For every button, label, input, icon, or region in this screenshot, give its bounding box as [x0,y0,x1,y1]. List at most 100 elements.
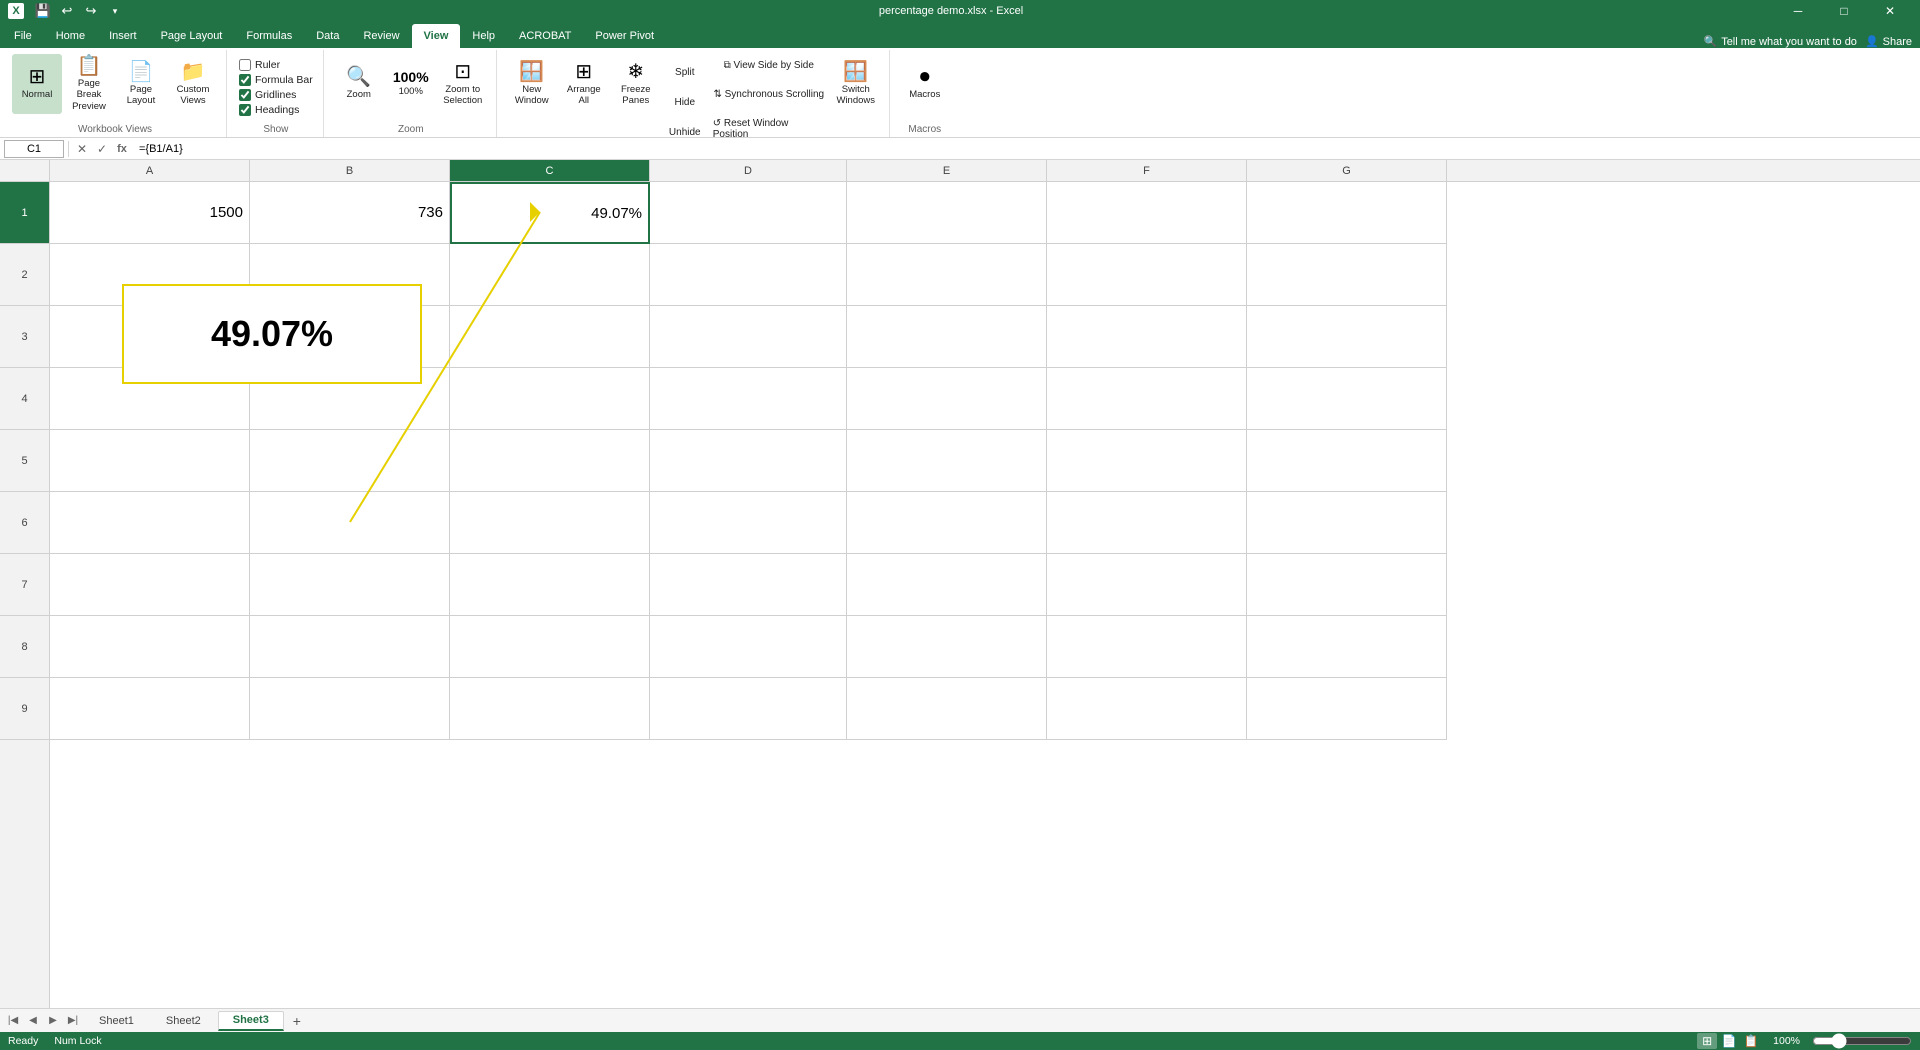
tell-me-tab[interactable]: 🔍 Tell me what you want to do [1703,35,1856,48]
zoom-btn[interactable]: 🔍 Zoom [334,54,384,114]
cell-e9[interactable] [847,678,1047,740]
cell-c3[interactable] [450,306,650,368]
cell-e8[interactable] [847,616,1047,678]
sheet-tab-sheet2[interactable]: Sheet2 [151,1011,216,1031]
cell-g3[interactable] [1247,306,1447,368]
col-header-e[interactable]: E [847,160,1047,181]
insert-function-btn[interactable]: fx [113,140,131,158]
cell-d8[interactable] [650,616,847,678]
freeze-panes-btn[interactable]: ❄ Freeze Panes [611,54,661,114]
formula-bar-checkbox[interactable] [239,74,251,86]
row-header-5[interactable]: 5 [0,430,49,492]
cell-f8[interactable] [1047,616,1247,678]
cell-g1[interactable] [1247,182,1447,244]
add-sheet-btn[interactable]: + [286,1011,308,1031]
tab-help[interactable]: Help [460,24,507,48]
customize-qat-btn[interactable]: ▾ [104,0,126,22]
cell-a5[interactable] [50,430,250,492]
cell-d6[interactable] [650,492,847,554]
sheet-nav-first-btn[interactable]: |◀ [4,1012,22,1030]
cell-e6[interactable] [847,492,1047,554]
row-header-6[interactable]: 6 [0,492,49,554]
synchronous-scrolling-btn[interactable]: ⇅ Synchronous Scrolling [709,87,829,115]
cell-f6[interactable] [1047,492,1247,554]
split-btn[interactable]: Split [663,58,707,86]
cell-f4[interactable] [1047,368,1247,430]
tab-formulas[interactable]: Formulas [234,24,304,48]
cancel-formula-btn[interactable]: ✕ [73,140,91,158]
macros-btn[interactable]: ⏺ Macros [900,54,950,114]
cell-g4[interactable] [1247,368,1447,430]
cell-f9[interactable] [1047,678,1247,740]
cell-e4[interactable] [847,368,1047,430]
cell-g5[interactable] [1247,430,1447,492]
cell-g8[interactable] [1247,616,1447,678]
row-header-1[interactable]: 1 [0,182,49,244]
cell-b6[interactable] [250,492,450,554]
cell-g9[interactable] [1247,678,1447,740]
tab-file[interactable]: File [2,24,44,48]
minimize-btn[interactable]: ─ [1776,0,1820,22]
custom-views-btn[interactable]: 📁 Custom Views [168,54,218,114]
cell-a2[interactable] [50,244,250,306]
sheet-nav-prev-btn[interactable]: ◀ [24,1012,42,1030]
headings-checkbox[interactable] [239,104,251,116]
cell-c5[interactable] [450,430,650,492]
sheet-nav-next-btn[interactable]: ▶ [44,1012,62,1030]
col-header-c[interactable]: C [450,160,650,181]
cell-c1[interactable]: 49.07% 49.07% [450,182,650,244]
cell-c2[interactable] [450,244,650,306]
cell-g6[interactable] [1247,492,1447,554]
hide-btn[interactable]: Hide [663,88,707,116]
cell-c9[interactable] [450,678,650,740]
cell-e1[interactable] [847,182,1047,244]
tab-power-pivot[interactable]: Power Pivot [583,24,666,48]
confirm-formula-btn[interactable]: ✓ [93,140,111,158]
cell-d1[interactable] [650,182,847,244]
headings-check[interactable]: Headings [237,103,315,117]
cell-b1[interactable]: 736 [250,182,450,244]
formula-input[interactable] [135,140,1916,158]
save-qat-btn[interactable]: 💾 [32,0,54,22]
gridlines-check[interactable]: Gridlines [237,88,315,102]
arrange-all-btn[interactable]: ⊞ Arrange All [559,54,609,114]
sheet-tab-sheet3[interactable]: Sheet3 [218,1011,284,1031]
cell-f7[interactable] [1047,554,1247,616]
close-btn[interactable]: ✕ [1868,0,1912,22]
cell-d3[interactable] [650,306,847,368]
zoom-100-btn[interactable]: 100% 100% [386,54,436,114]
row-header-9[interactable]: 9 [0,678,49,740]
tab-page-layout[interactable]: Page Layout [149,24,235,48]
cell-c6[interactable] [450,492,650,554]
col-header-g[interactable]: G [1247,160,1447,181]
col-header-b[interactable]: B [250,160,450,181]
page-layout-status-btn[interactable]: 📄 [1719,1033,1739,1049]
zoom-slider[interactable] [1812,1033,1912,1049]
ruler-check[interactable]: Ruler [237,58,315,72]
tab-view[interactable]: View [412,24,461,48]
cell-b4[interactable] [250,368,450,430]
row-header-7[interactable]: 7 [0,554,49,616]
tell-me-label[interactable]: Tell me what you want to do [1721,36,1857,48]
cell-g7[interactable] [1247,554,1447,616]
cell-e2[interactable] [847,244,1047,306]
sheet-nav-last-btn[interactable]: ▶| [64,1012,82,1030]
gridlines-checkbox[interactable] [239,89,251,101]
cell-b5[interactable] [250,430,450,492]
cell-a6[interactable] [50,492,250,554]
col-header-a[interactable]: A [50,160,250,181]
cell-f3[interactable] [1047,306,1247,368]
cell-c4[interactable] [450,368,650,430]
cell-d5[interactable] [650,430,847,492]
redo-qat-btn[interactable]: ↪ [80,0,102,22]
page-layout-view-btn[interactable]: 📄 Page Layout [116,54,166,114]
cell-f2[interactable] [1047,244,1247,306]
cell-b2[interactable] [250,244,450,306]
cell-e7[interactable] [847,554,1047,616]
maximize-btn[interactable]: □ [1822,0,1866,22]
page-break-preview-btn[interactable]: 📋 Page Break Preview [64,54,114,114]
ruler-checkbox[interactable] [239,59,251,71]
tab-acrobat[interactable]: ACROBAT [507,24,583,48]
normal-view-btn[interactable]: ⊞ Normal [12,54,62,114]
tab-data[interactable]: Data [304,24,351,48]
